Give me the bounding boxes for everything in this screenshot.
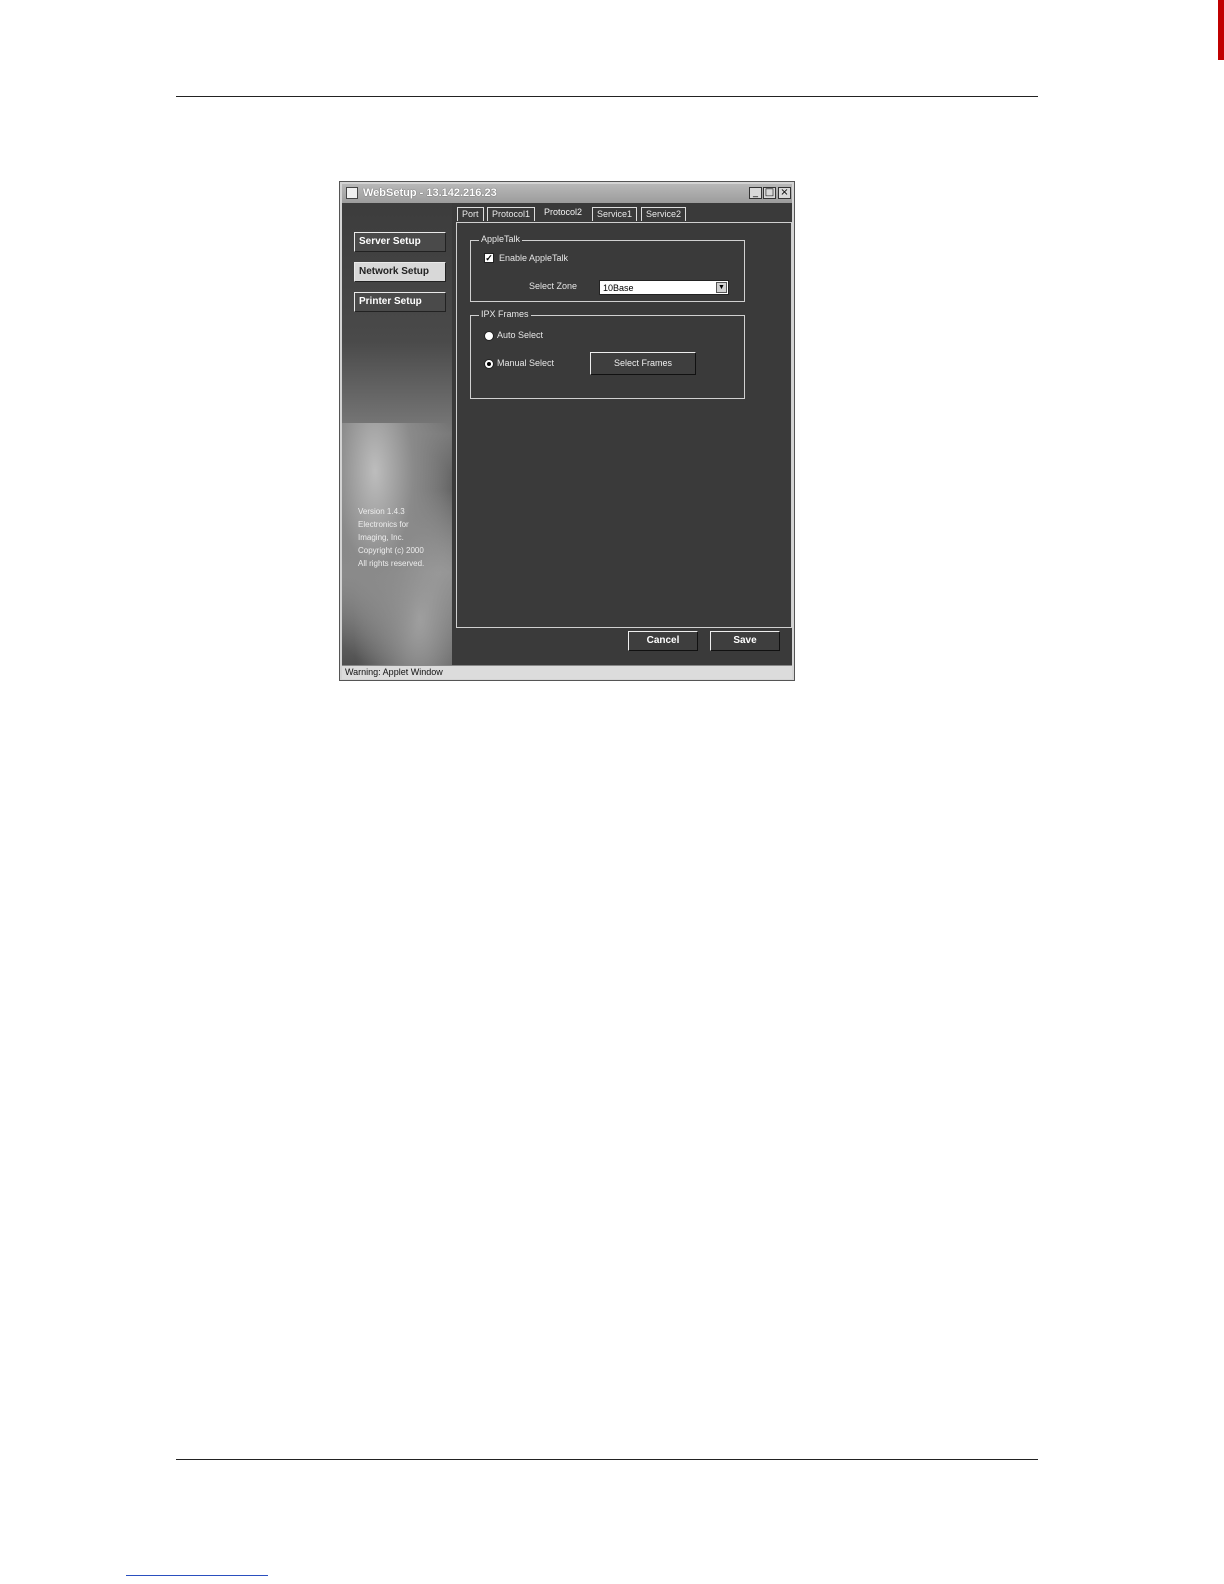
about-copyright: Copyright (c) 2000	[358, 546, 424, 555]
window-title: WebSetup - 13.142.216.23	[363, 187, 497, 199]
manual-select-label: Manual Select	[497, 358, 555, 368]
tab-service1[interactable]: Service1	[592, 207, 638, 221]
websetup-window: WebSetup - 13.142.216.23 _ □ × Server Se…	[339, 181, 795, 681]
protocol2-panel: AppleTalk ✓ Enable AppleTalk Select Zone…	[456, 222, 792, 628]
footer-rule	[176, 1459, 1038, 1460]
tab-service2[interactable]: Service2	[641, 207, 687, 221]
enable-appletalk-checkbox[interactable]: ✓	[484, 253, 494, 263]
tab-port[interactable]: Port	[457, 207, 484, 221]
cancel-button[interactable]: Cancel	[628, 631, 698, 651]
server-setup-button[interactable]: Server Setup	[354, 232, 446, 252]
about-company-2: Imaging, Inc.	[358, 533, 404, 542]
printer-setup-button[interactable]: Printer Setup	[354, 292, 446, 312]
sidebar: Server Setup Network Setup Printer Setup…	[342, 203, 452, 665]
about-text: Version 1.4.3 Electronics for Imaging, I…	[358, 505, 424, 570]
title-bar[interactable]: WebSetup - 13.142.216.23 _ □ ×	[342, 184, 792, 203]
minimize-button[interactable]: _	[749, 187, 762, 199]
zone-select[interactable]: 10Base ▼	[599, 280, 729, 295]
save-button[interactable]: Save	[710, 631, 780, 651]
about-version: Version 1.4.3	[358, 507, 405, 516]
about-rights: All rights reserved.	[358, 559, 425, 568]
auto-select-radio[interactable]	[484, 331, 494, 341]
select-frames-button[interactable]: Select Frames	[590, 352, 696, 375]
zone-select-value: 10Base	[603, 283, 634, 293]
tab-protocol2[interactable]: Protocol2	[539, 205, 588, 222]
header-rule	[176, 96, 1038, 97]
enable-appletalk-label: Enable AppleTalk	[499, 253, 569, 263]
appletalk-group-title: AppleTalk	[479, 234, 523, 244]
appletalk-group: AppleTalk ✓ Enable AppleTalk Select Zone…	[470, 234, 745, 302]
about-company-1: Electronics for	[358, 520, 409, 529]
maximize-button[interactable]: □	[763, 187, 776, 199]
status-bar: Warning: Applet Window	[342, 665, 792, 679]
applet-warning-text: Warning: Applet Window	[345, 667, 443, 677]
auto-select-label: Auto Select	[497, 330, 544, 340]
page-edge-marker	[1218, 0, 1224, 60]
tab-protocol1[interactable]: Protocol1	[487, 207, 536, 221]
close-button[interactable]: ×	[778, 187, 791, 199]
app-icon	[346, 187, 358, 199]
manual-select-radio[interactable]	[484, 359, 494, 369]
ipx-frames-group: IPX Frames Auto Select Manual Select Sel…	[470, 309, 745, 399]
select-zone-label: Select Zone	[529, 281, 578, 291]
window-client-area: Server Setup Network Setup Printer Setup…	[342, 203, 792, 665]
dropdown-arrow-icon[interactable]: ▼	[716, 282, 727, 293]
ipx-frames-group-title: IPX Frames	[479, 309, 531, 319]
network-setup-button[interactable]: Network Setup	[354, 262, 446, 282]
footer-link-underline[interactable]	[126, 1575, 268, 1576]
